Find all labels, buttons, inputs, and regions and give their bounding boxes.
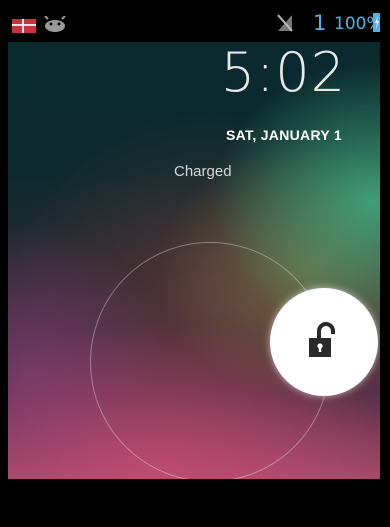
navigation-bar bbox=[8, 479, 380, 527]
charging-status: Charged bbox=[174, 163, 232, 180]
unlock-handle[interactable] bbox=[270, 288, 378, 396]
android-debug-icon bbox=[44, 15, 66, 36]
clock-time: 5:02 bbox=[220, 41, 346, 104]
status-bar: 1 100% bbox=[8, 0, 380, 42]
unlocked-padlock-icon bbox=[309, 322, 335, 357]
no-signal-icon bbox=[276, 13, 294, 37]
battery-charging-icon bbox=[373, 12, 380, 36]
flag-calendar-icon bbox=[12, 18, 36, 37]
lock-screen: 1 100% 5:02 SAT, JANUARY 1 Charged bbox=[8, 0, 380, 527]
network-number: 1 bbox=[313, 11, 327, 35]
clock-date: SAT, JANUARY 1 bbox=[226, 127, 342, 143]
